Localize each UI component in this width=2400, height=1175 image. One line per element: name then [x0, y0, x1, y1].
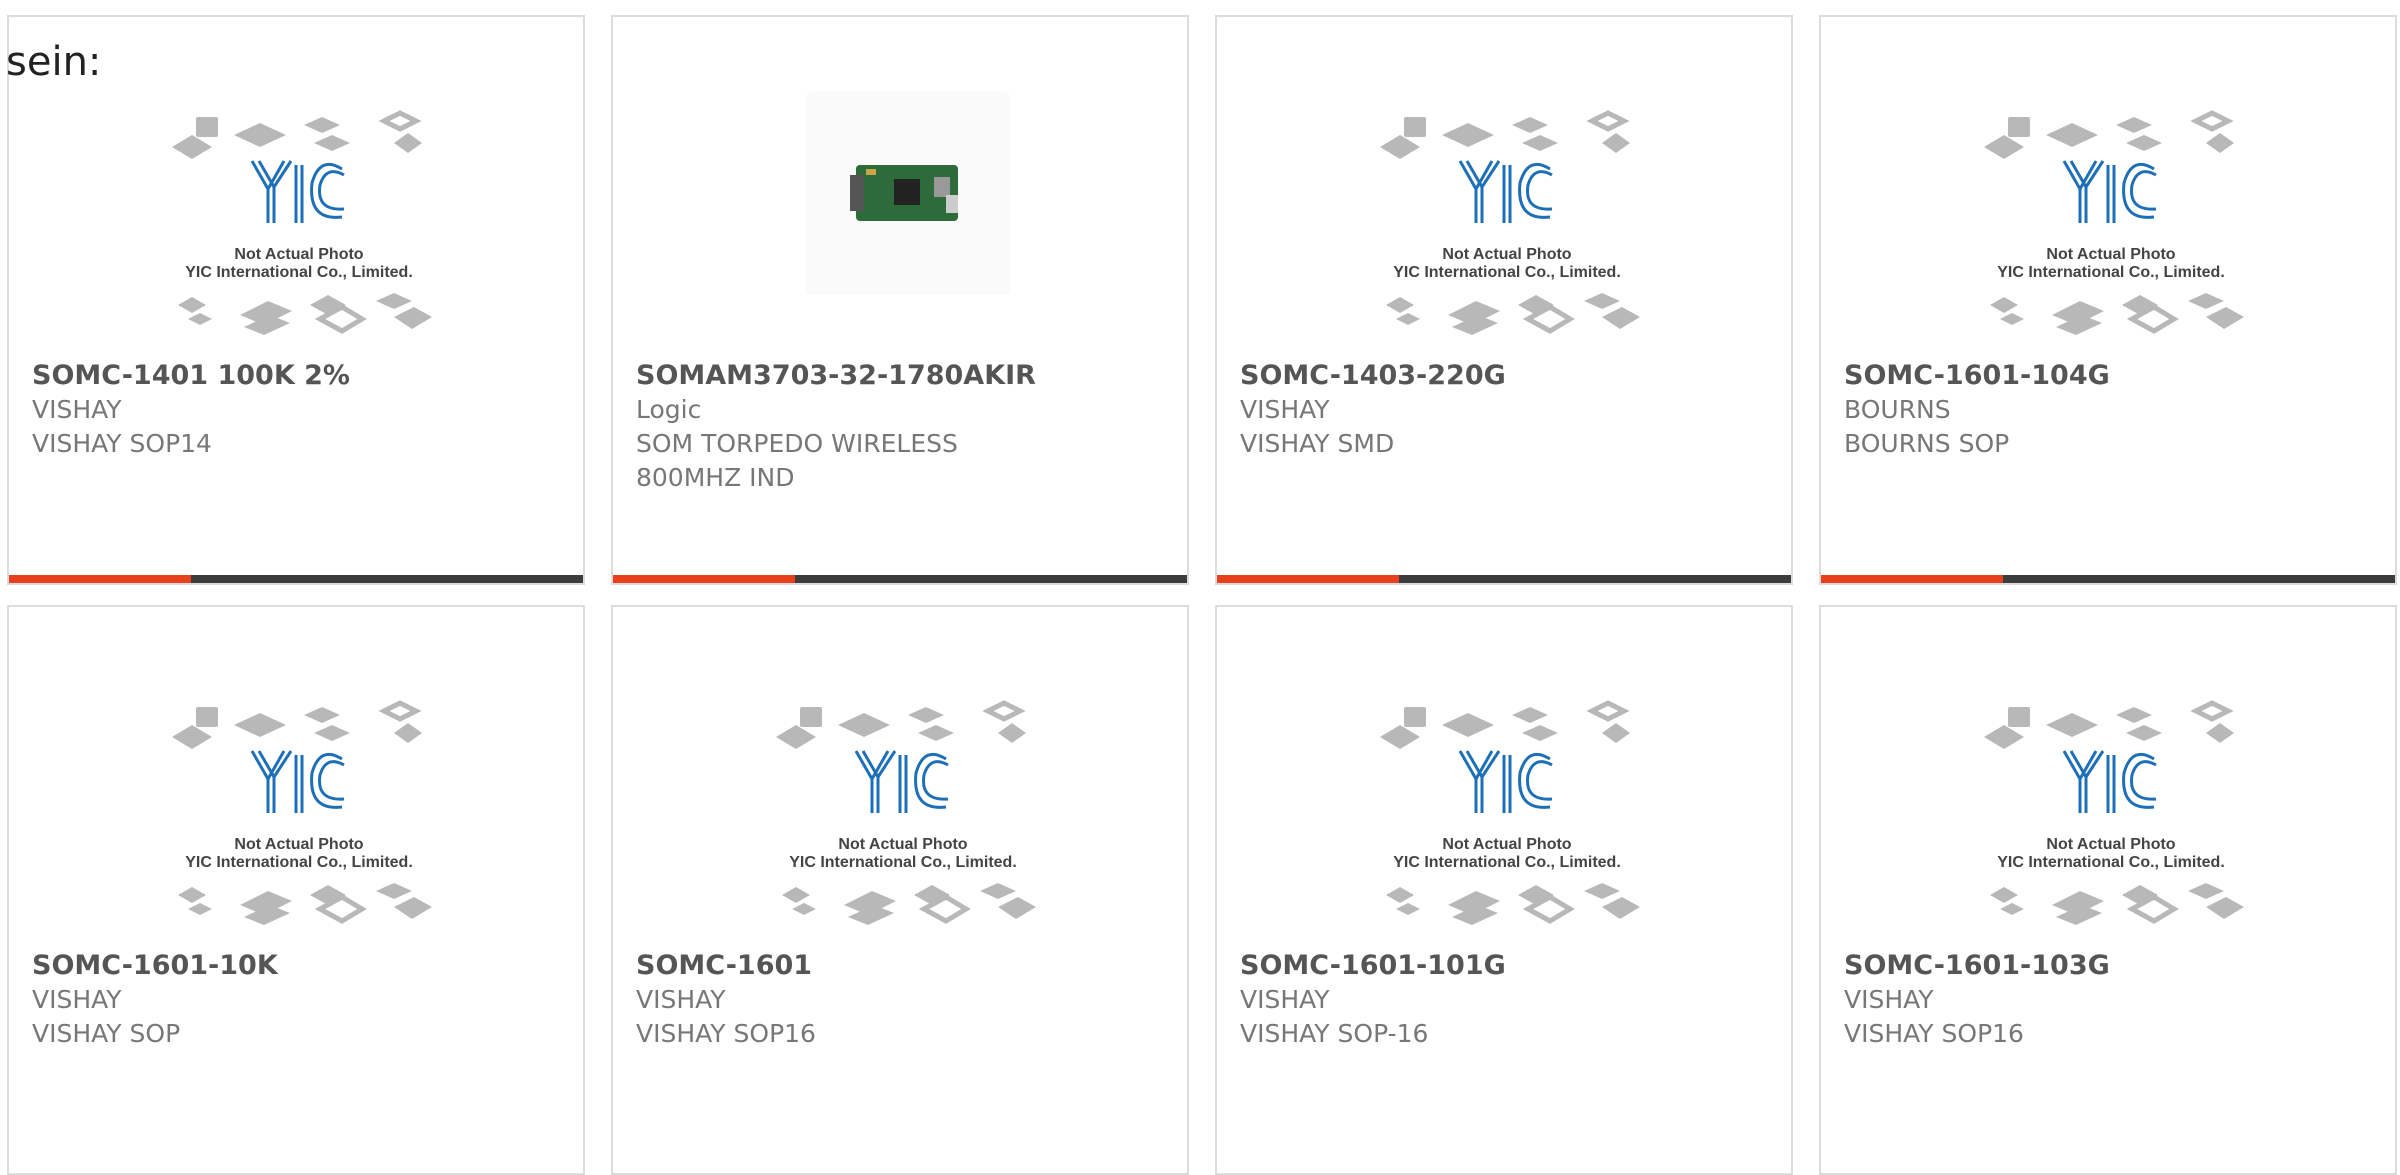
manufacturer: VISHAY — [32, 395, 122, 424]
product-card[interactable]: Not Actual Photo YIC International Co., … — [611, 605, 1189, 1175]
placeholder-image: Not Actual Photo YIC International Co., … — [1380, 110, 1640, 335]
lead-text: sein: — [6, 39, 102, 85]
product-card[interactable]: Not Actual Photo YIC International Co., … — [1215, 605, 1793, 1175]
placeholder-line1: Not Actual Photo — [1442, 836, 1571, 853]
placeholder-line1: Not Actual Photo — [234, 246, 363, 263]
placeholder-line1: Not Actual Photo — [234, 836, 363, 853]
placeholder-line1: Not Actual Photo — [838, 836, 967, 853]
part-number[interactable]: SOMC-1601 — [636, 949, 1171, 983]
product-card[interactable]: Not Actual Photo YIC International Co., … — [1819, 605, 2397, 1175]
placeholder-line1: Not Actual Photo — [2046, 246, 2175, 263]
manufacturer: Logic — [636, 395, 702, 424]
card-footer-bar — [9, 575, 583, 583]
product-card[interactable]: Not Actual Photo YIC International Co., … — [1819, 15, 2397, 585]
card-footer-bar — [1821, 575, 2395, 583]
part-number[interactable]: SOMC-1601-104G — [1844, 359, 2379, 393]
circuit-board-icon — [850, 165, 958, 221]
card-footer-bar — [1217, 575, 1791, 583]
placeholder-image: Not Actual Photo YIC International Co., … — [1984, 700, 2244, 925]
product-photo — [806, 91, 1010, 295]
placeholder-image: Not Actual Photo YIC International Co., … — [1984, 110, 2244, 335]
placeholder-line2: YIC International Co., Limited. — [1393, 854, 1621, 871]
manufacturer: VISHAY — [1240, 985, 1330, 1014]
placeholder-line2: YIC International Co., Limited. — [185, 854, 413, 871]
manufacturer: VISHAY — [1844, 985, 1934, 1014]
placeholder-line2: YIC International Co., Limited. — [789, 854, 1017, 871]
placeholder-line2: YIC International Co., Limited. — [185, 264, 413, 281]
description: BOURNS SOP — [1844, 429, 2010, 458]
manufacturer: VISHAY — [32, 985, 122, 1014]
description: VISHAY SOP14 — [32, 429, 212, 458]
description: VISHAY SOP-16 — [1240, 1019, 1429, 1048]
placeholder-image: Not Actual Photo YIC International Co., … — [172, 700, 432, 925]
card-footer-bar — [613, 575, 1187, 583]
placeholder-line1: Not Actual Photo — [1442, 246, 1571, 263]
part-number[interactable]: SOMAM3703-32-1780AKIR — [636, 359, 1171, 393]
product-card[interactable]: Not Actual Photo YIC International Co., … — [7, 15, 585, 585]
description: VISHAY SOP — [32, 1019, 181, 1048]
part-number[interactable]: SOMC-1401 100K 2% — [32, 359, 567, 393]
product-card[interactable]: Not Actual Photo YIC International Co., … — [7, 605, 585, 1175]
description: VISHAY SOP16 — [1844, 1019, 2024, 1048]
placeholder-line2: YIC International Co., Limited. — [1393, 264, 1621, 281]
part-number[interactable]: SOMC-1601-103G — [1844, 949, 2379, 983]
product-card[interactable]: SOMAM3703-32-1780AKIR Logic SOM TORPEDO … — [611, 15, 1189, 585]
manufacturer: BOURNS — [1844, 395, 1951, 424]
description: VISHAY SMD — [1240, 429, 1395, 458]
part-number[interactable]: SOMC-1601-101G — [1240, 949, 1775, 983]
placeholder-line2: YIC International Co., Limited. — [1997, 854, 2225, 871]
description: SOM TORPEDO WIRELESS 800MHZ IND — [636, 429, 958, 492]
manufacturer: VISHAY — [636, 985, 726, 1014]
placeholder-image: Not Actual Photo YIC International Co., … — [1380, 700, 1640, 925]
placeholder-image: Not Actual Photo YIC International Co., … — [172, 110, 432, 335]
part-number[interactable]: SOMC-1403-220G — [1240, 359, 1775, 393]
manufacturer: VISHAY — [1240, 395, 1330, 424]
placeholder-image: Not Actual Photo YIC International Co., … — [776, 700, 1036, 925]
product-card[interactable]: Not Actual Photo YIC International Co., … — [1215, 15, 1793, 585]
placeholder-line2: YIC International Co., Limited. — [1997, 264, 2225, 281]
description: VISHAY SOP16 — [636, 1019, 816, 1048]
part-number[interactable]: SOMC-1601-10K — [32, 949, 567, 983]
placeholder-line1: Not Actual Photo — [2046, 836, 2175, 853]
